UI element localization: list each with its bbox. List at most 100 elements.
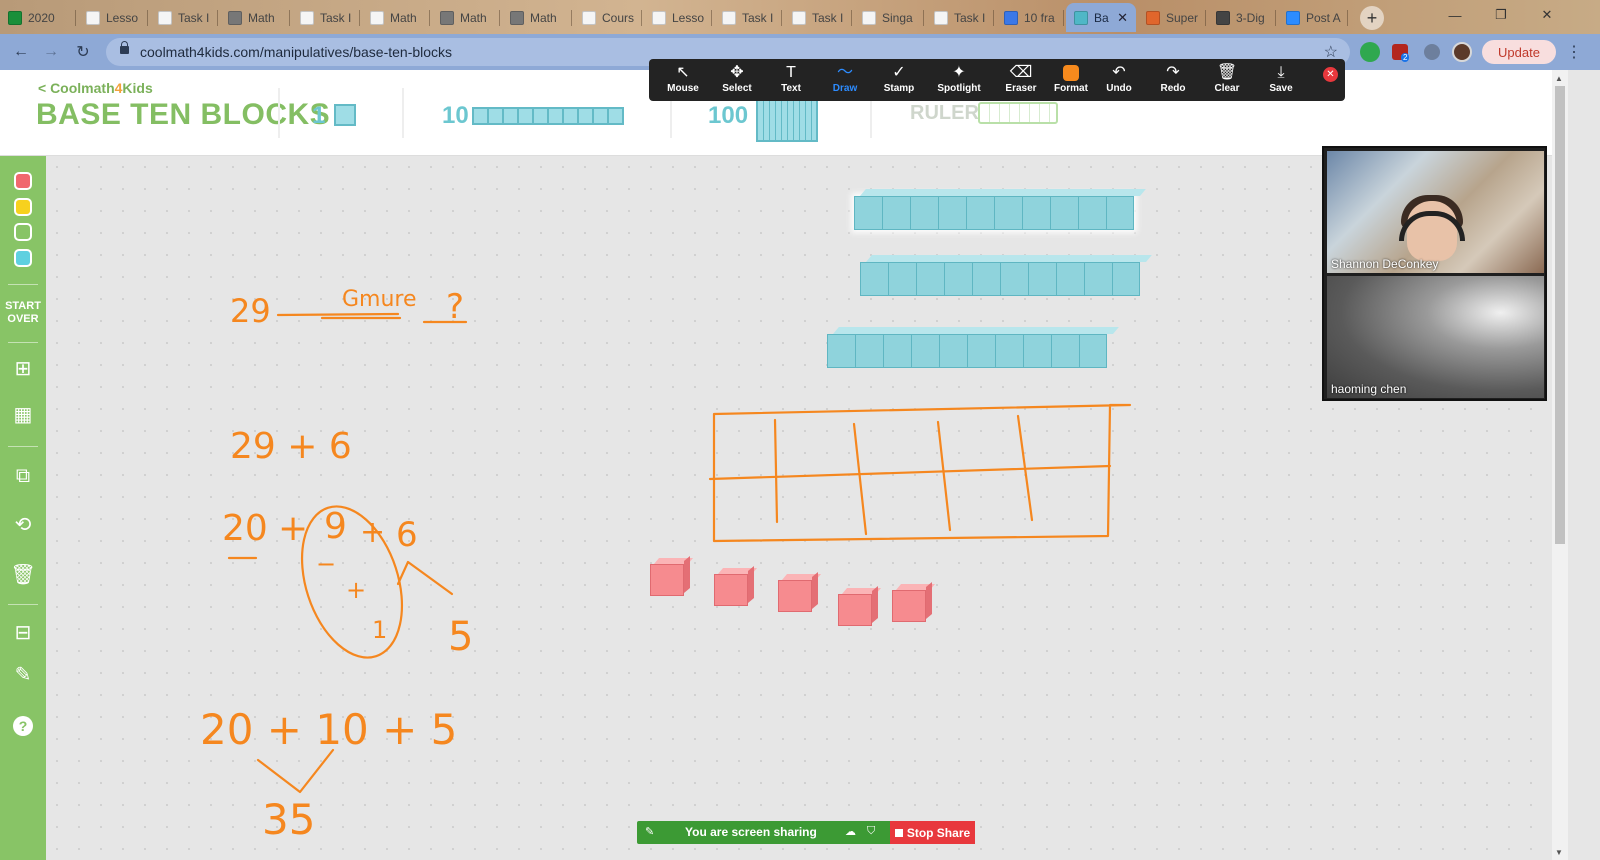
yellow-color-swatch[interactable] bbox=[14, 198, 32, 216]
unit-cube[interactable] bbox=[838, 594, 872, 626]
tool-label: Clear bbox=[1214, 83, 1240, 94]
pin-icon[interactable]: ✎ bbox=[645, 825, 654, 838]
browser-tab[interactable]: 2020 bbox=[0, 3, 76, 32]
browser-tab[interactable]: Task I bbox=[150, 3, 218, 32]
scroll-thumb[interactable] bbox=[1555, 86, 1565, 544]
start-over-button[interactable]: START OVER bbox=[0, 300, 46, 326]
rod-unit bbox=[1051, 334, 1079, 368]
ruler-button[interactable] bbox=[978, 102, 1058, 124]
stop-share-button[interactable]: Stop Share bbox=[890, 821, 975, 844]
grid-icon[interactable]: ▦ bbox=[11, 402, 35, 426]
new-tab-button[interactable]: + bbox=[1360, 6, 1384, 30]
browser-tab[interactable]: 10 fra bbox=[996, 3, 1064, 32]
ten-rod[interactable] bbox=[827, 327, 1119, 368]
calculator-icon[interactable]: ⊟ bbox=[11, 620, 35, 644]
rod-unit bbox=[1084, 262, 1112, 296]
copy-icon[interactable]: ⧉ bbox=[11, 464, 35, 488]
video-tile[interactable]: Shannon DeConkey bbox=[1327, 151, 1544, 273]
doc-icon bbox=[86, 10, 100, 25]
browser-tab[interactable]: Math bbox=[362, 3, 430, 32]
tab-separator bbox=[993, 10, 994, 26]
extension-green-icon[interactable] bbox=[1360, 42, 1380, 62]
unit-cube[interactable] bbox=[892, 590, 926, 622]
browser-tab[interactable]: 3-Dig bbox=[1208, 3, 1276, 32]
tab-separator bbox=[711, 10, 712, 26]
tab-title: 3-Dig bbox=[1236, 10, 1265, 25]
tens-rod-button[interactable] bbox=[472, 107, 624, 125]
shield-icon[interactable]: ⛉ bbox=[867, 825, 875, 838]
annotate-mouse-button[interactable]: ↖ Mouse bbox=[657, 63, 709, 99]
annotate-spotlight-button[interactable]: ✦ Spotlight bbox=[933, 63, 985, 99]
browser-tab[interactable]: Super bbox=[1138, 3, 1206, 32]
doc-icon bbox=[158, 10, 172, 25]
tab-separator bbox=[499, 10, 500, 26]
ten-rod[interactable] bbox=[860, 255, 1152, 296]
annotate-clear-button[interactable]: 🗑 Clear bbox=[1201, 63, 1253, 99]
annotate-redo-button[interactable]: ↷ Redo bbox=[1147, 63, 1199, 99]
maximize-button[interactable]: ❐ bbox=[1478, 0, 1524, 30]
docs-icon bbox=[1004, 10, 1018, 25]
coolmath-logo[interactable]: < Coolmath4Kids bbox=[38, 80, 153, 96]
browser-tab[interactable]: Math bbox=[220, 3, 290, 32]
profile-avatar[interactable] bbox=[1452, 42, 1472, 62]
annotate-undo-button[interactable]: ↶ Undo bbox=[1093, 63, 1145, 99]
back-icon[interactable]: ← bbox=[10, 41, 32, 63]
regroup-icon[interactable]: ⟲ bbox=[11, 512, 35, 536]
add-blocks-icon[interactable]: ⊞ bbox=[11, 356, 35, 380]
browser-tab[interactable]: Lesso bbox=[644, 3, 712, 32]
extension-red-icon[interactable]: 2 bbox=[1392, 44, 1410, 62]
unit-cube[interactable] bbox=[650, 564, 684, 596]
browser-tab[interactable]: Task I bbox=[714, 3, 782, 32]
unit-cube[interactable] bbox=[714, 574, 748, 606]
close-tab-icon[interactable]: ✕ bbox=[1117, 10, 1128, 26]
ones-label: 1 bbox=[312, 102, 326, 129]
globe-icon bbox=[228, 10, 242, 25]
menu-icon[interactable]: ⋮ bbox=[1566, 42, 1582, 62]
cloud-icon[interactable]: ☁ bbox=[845, 825, 856, 838]
browser-tab[interactable]: Lesso bbox=[78, 3, 148, 32]
forward-icon[interactable]: → bbox=[40, 41, 62, 63]
unit-cube[interactable] bbox=[778, 580, 812, 612]
minimize-button[interactable]: — bbox=[1432, 0, 1478, 30]
browser-tab[interactable]: Ba ✕ bbox=[1066, 3, 1136, 32]
scroll-up-icon[interactable]: ▲ bbox=[1555, 74, 1563, 83]
browser-tab[interactable]: Task I bbox=[784, 3, 852, 32]
annotate-draw-button[interactable]: 〜 Draw bbox=[819, 63, 871, 99]
browser-tab[interactable]: Cours bbox=[574, 3, 642, 32]
annotation-toolbar: ✕ ↖ Mouse ✥ Select T Text 〜 Draw ✓ Stamp ✦ Spotligh… bbox=[649, 59, 1345, 101]
browser-tab[interactable]: Post A bbox=[1278, 3, 1348, 32]
annotate-eraser-button[interactable]: ⌫ Eraser bbox=[995, 63, 1047, 99]
close-window-button[interactable]: ✕ bbox=[1524, 0, 1570, 30]
annotate-select-button[interactable]: ✥ Select bbox=[711, 63, 763, 99]
annotate-save-button[interactable]: ⤓ Save bbox=[1255, 63, 1307, 99]
page-title: BASE TEN BLOCKS bbox=[36, 98, 331, 131]
sidebar-divider bbox=[8, 284, 38, 285]
tab-title: Post A bbox=[1306, 10, 1341, 25]
browser-tab[interactable]: Task I bbox=[926, 3, 994, 32]
puzzle-extension-icon[interactable] bbox=[1424, 44, 1440, 60]
reload-icon[interactable]: ↻ bbox=[72, 41, 94, 63]
browser-tab[interactable]: Math bbox=[432, 3, 500, 32]
url-text[interactable]: coolmath4kids.com/manipulatives/base-ten… bbox=[140, 44, 452, 60]
scrollbar[interactable]: ▲ ▼ bbox=[1552, 70, 1568, 860]
annotate-format-button[interactable]: Format bbox=[1045, 63, 1097, 99]
ten-rod[interactable] bbox=[854, 189, 1146, 230]
scroll-down-icon[interactable]: ▼ bbox=[1555, 848, 1563, 857]
browser-tab[interactable]: Singa bbox=[854, 3, 924, 32]
red-color-swatch[interactable] bbox=[14, 172, 32, 190]
update-button[interactable]: Update bbox=[1482, 40, 1556, 64]
browser-tab[interactable]: Task I bbox=[292, 3, 360, 32]
close-annotation-icon[interactable]: ✕ bbox=[1323, 67, 1338, 82]
hundreds-flat-button[interactable] bbox=[756, 98, 818, 142]
browser-tab[interactable]: Math bbox=[502, 3, 572, 32]
pencil-icon[interactable]: ✎ bbox=[11, 662, 35, 686]
annotate-stamp-button[interactable]: ✓ Stamp bbox=[873, 63, 925, 99]
ones-block-button[interactable] bbox=[334, 104, 356, 126]
annotate-text-button[interactable]: T Text bbox=[765, 63, 817, 99]
blue-color-swatch[interactable] bbox=[14, 249, 32, 267]
video-tile[interactable]: haoming chen bbox=[1327, 276, 1544, 398]
help-icon[interactable]: ? bbox=[13, 716, 33, 736]
extension-badge: 2 bbox=[1401, 53, 1410, 62]
trash-icon[interactable]: 🗑 bbox=[10, 562, 35, 586]
green-color-swatch[interactable] bbox=[14, 223, 32, 241]
